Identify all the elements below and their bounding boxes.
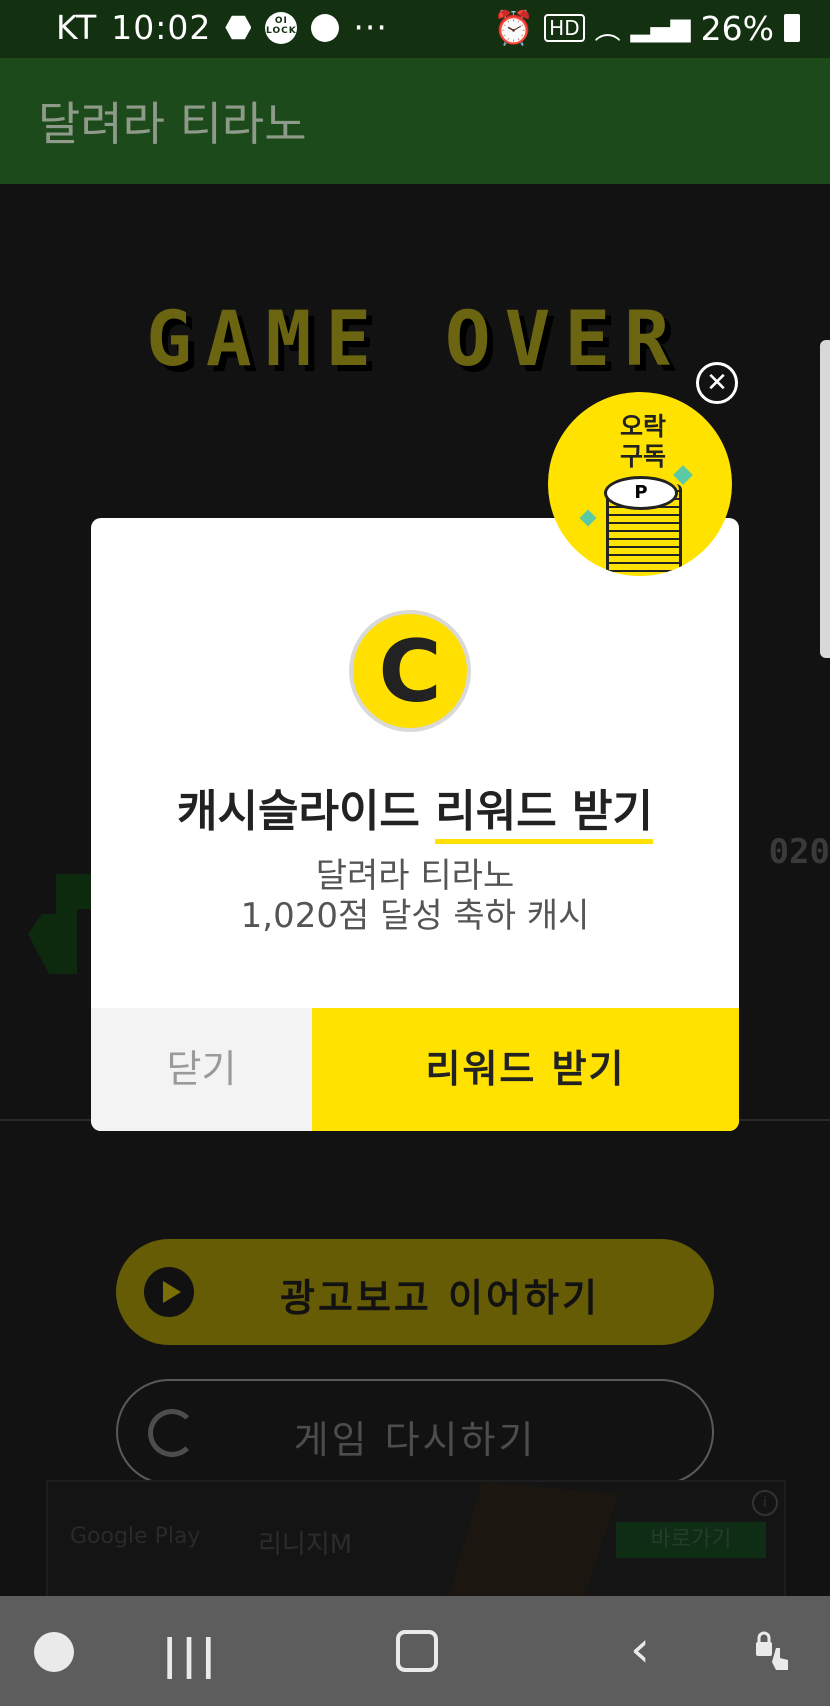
dinosaur-sprite [28,874,98,974]
dialog-title: 캐시슬라이드 리워드 받기 [91,775,739,844]
app-header: 달려라 티라노 [0,58,830,184]
navigation-bar: ||| ‹ [0,1596,830,1706]
dialog-title-plain: 캐시슬라이드 [177,786,436,837]
signal-icon: ▂▄▆ [630,13,691,43]
coin-top: P [604,476,678,510]
promo-text-line1: 오락 [619,412,666,441]
receive-reward-button[interactable]: 리워드 받기 [312,1008,739,1131]
coin-letter: C [378,622,442,722]
google-play-logo: Google Play [70,1524,201,1549]
retry-game-button[interactable]: 게임 다시하기 [116,1379,714,1485]
watch-ad-continue-button[interactable]: 광고보고 이어하기 [116,1239,714,1345]
recent-apps-button[interactable]: ||| [162,1630,220,1679]
dialog-subtitle-score: 1,020점 달성 축하 캐시 [240,896,590,936]
app-title: 달려라 티라노 [38,97,307,151]
promo-text: 오락 구독 [608,412,678,472]
edge-panel-handle[interactable] [820,340,830,658]
ad-info-icon[interactable]: i [752,1490,778,1516]
sparkle-icon [579,509,597,527]
back-button[interactable]: ‹ [630,1620,650,1678]
carrier-label: KT [56,8,98,47]
retry-label: 게임 다시하기 [293,1418,537,1462]
touch-lock-icon[interactable] [752,1628,796,1672]
promo-text-line2: 구독 [619,442,666,471]
chat-bubble-icon [311,13,340,42]
watch-ad-label: 광고보고 이어하기 [280,1276,600,1320]
cash-coin-icon: C [349,610,471,732]
close-button[interactable]: 닫기 [91,1008,312,1131]
promo-subscribe-badge[interactable]: 오락 구독 P [548,392,732,576]
status-bar: KT 10:02 OI LOCK ··· ⏰ HD ︵ ▂▄▆ 26% [0,0,830,58]
clock-time: 10:02 [111,8,212,47]
promo-close-icon[interactable]: ✕ [696,362,738,404]
home-button[interactable] [396,1630,438,1672]
ad-banner[interactable]: Google Play 리니지M 바로가기 i [46,1480,786,1600]
dialog-title-highlight: 리워드 받기 [435,786,653,844]
hd-icon: HD [544,14,585,42]
battery-icon [784,14,800,42]
game-launcher-icon[interactable] [34,1632,74,1672]
ad-artwork [448,1482,618,1598]
reward-dialog: C 캐시슬라이드 리워드 받기 달려라 티라노 1,020점 달성 축하 캐시 … [91,518,739,1131]
ad-game-name: 리니지M [258,1530,353,1560]
alarm-icon: ⏰ [493,8,535,47]
oilock-icon: OI LOCK [265,11,298,44]
score-text: 020 [768,832,830,872]
ad-cta-button[interactable]: 바로가기 [616,1522,766,1558]
wifi-icon: ︵ [594,15,621,46]
more-notifications-icon: ··· [353,8,388,47]
shield-icon [225,15,252,40]
battery-percent: 26% [700,8,774,48]
